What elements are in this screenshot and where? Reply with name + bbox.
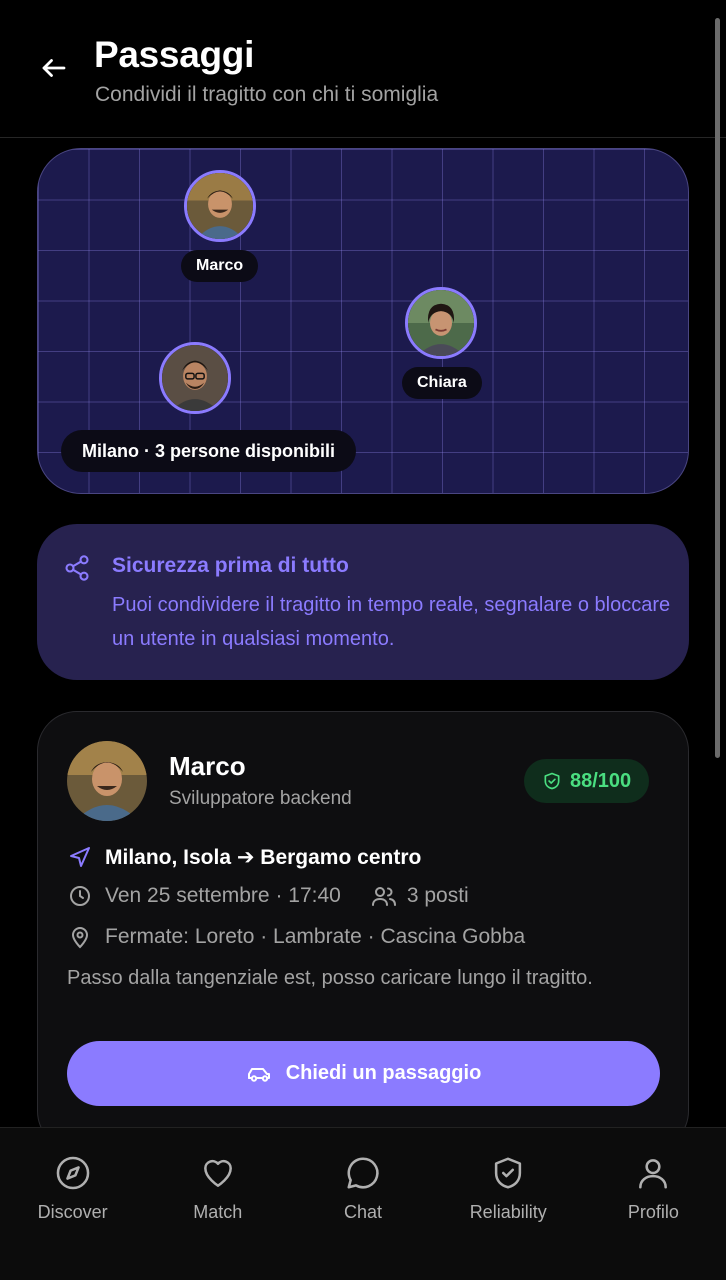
safety-title: Sicurezza prima di tutto xyxy=(112,554,349,577)
reliability-badge: 88/100 xyxy=(524,759,650,803)
page-subtitle: Condividi il tragitto con chi ti somigli… xyxy=(95,83,439,106)
heart-icon xyxy=(203,1159,232,1187)
users-icon xyxy=(371,887,396,906)
safety-banner: Sicurezza prima di tutto Puoi condivider… xyxy=(37,524,689,680)
rides-screen: Passaggi Condividi il tragitto con chi t… xyxy=(0,0,726,1280)
back-button[interactable] xyxy=(36,50,72,86)
ride-card[interactable]: Marco Sviluppatore backend 88/100 Milano… xyxy=(37,711,689,1151)
page-title: Passaggi xyxy=(94,34,255,75)
ride-stops: Fermate: Loreto · Lambrate · Cascina Gob… xyxy=(105,925,526,948)
request-ride-button[interactable]: Chiedi un passaggio xyxy=(67,1041,660,1106)
nav-label: Reliability xyxy=(469,1202,547,1222)
avatar[interactable] xyxy=(67,741,147,821)
map-status-chip: Milano · 3 persone disponibili xyxy=(61,430,357,472)
people-map[interactable]: Marco Chiara Milano · 3 persone disponib… xyxy=(37,148,689,494)
nav-item-reliability[interactable]: Reliability xyxy=(436,1128,581,1280)
share-icon xyxy=(65,555,89,581)
chat-bubble-icon xyxy=(347,1157,379,1189)
map-name-chip: Marco xyxy=(181,250,259,282)
arrow-left-icon xyxy=(42,59,66,77)
scrollbar[interactable] xyxy=(715,18,720,758)
avatar-image xyxy=(187,173,253,239)
compass-icon xyxy=(56,1156,89,1190)
route-text: Milano, Isola ➔ Bergamo centro xyxy=(105,845,422,869)
car-icon xyxy=(247,1067,270,1082)
stops-row: Fermate: Loreto · Lambrate · Cascina Gob… xyxy=(67,924,525,950)
avatar-image xyxy=(162,345,228,411)
avatar-image xyxy=(67,741,147,821)
map-name-chip: Chiara xyxy=(402,367,482,399)
nav-item-profilo[interactable]: Profilo xyxy=(581,1128,726,1280)
ride-datetime: Ven 25 settembre · 17:40 xyxy=(105,884,341,907)
user-icon xyxy=(639,1159,668,1189)
nav-label: Chat xyxy=(343,1202,383,1222)
nav-label: Discover xyxy=(37,1202,108,1222)
map-pin-icon xyxy=(71,927,89,949)
navigation-arrow-icon xyxy=(70,847,90,867)
header: Passaggi Condividi il tragitto con chi t… xyxy=(0,0,726,138)
driver-role: Sviluppatore backend xyxy=(169,788,352,809)
safety-text: Puoi condividere il tragitto in tempo re… xyxy=(112,594,671,650)
nav-item-match[interactable]: Match xyxy=(145,1128,290,1280)
nav-item-chat[interactable]: Chat xyxy=(290,1128,435,1280)
map-avatar-chiara[interactable] xyxy=(405,287,477,359)
map-avatar-person[interactable] xyxy=(159,342,231,414)
ride-note: Passo dalla tangenziale est, posso caric… xyxy=(67,967,593,989)
request-ride-label: Chiedi un passaggio xyxy=(285,1062,482,1084)
driver-name: Marco xyxy=(169,751,246,781)
nav-label: Match xyxy=(193,1202,243,1222)
map-avatar-marco[interactable] xyxy=(184,170,256,242)
reliability-score: 88/100 xyxy=(570,769,632,792)
bottom-nav: Discover Match Chat Reliability Profilo xyxy=(0,1127,726,1280)
nav-label: Profilo xyxy=(627,1202,679,1222)
ride-seats: 3 posti xyxy=(406,884,469,907)
shield-check-icon xyxy=(544,772,560,790)
clock-icon xyxy=(70,886,90,906)
route-row: Milano, Isola ➔ Bergamo centro xyxy=(67,844,421,870)
avatar-image xyxy=(408,290,474,356)
time-row: Ven 25 settembre · 17:40 3 posti xyxy=(67,883,469,909)
nav-item-discover[interactable]: Discover xyxy=(0,1128,145,1280)
shield-check-icon xyxy=(495,1157,522,1189)
